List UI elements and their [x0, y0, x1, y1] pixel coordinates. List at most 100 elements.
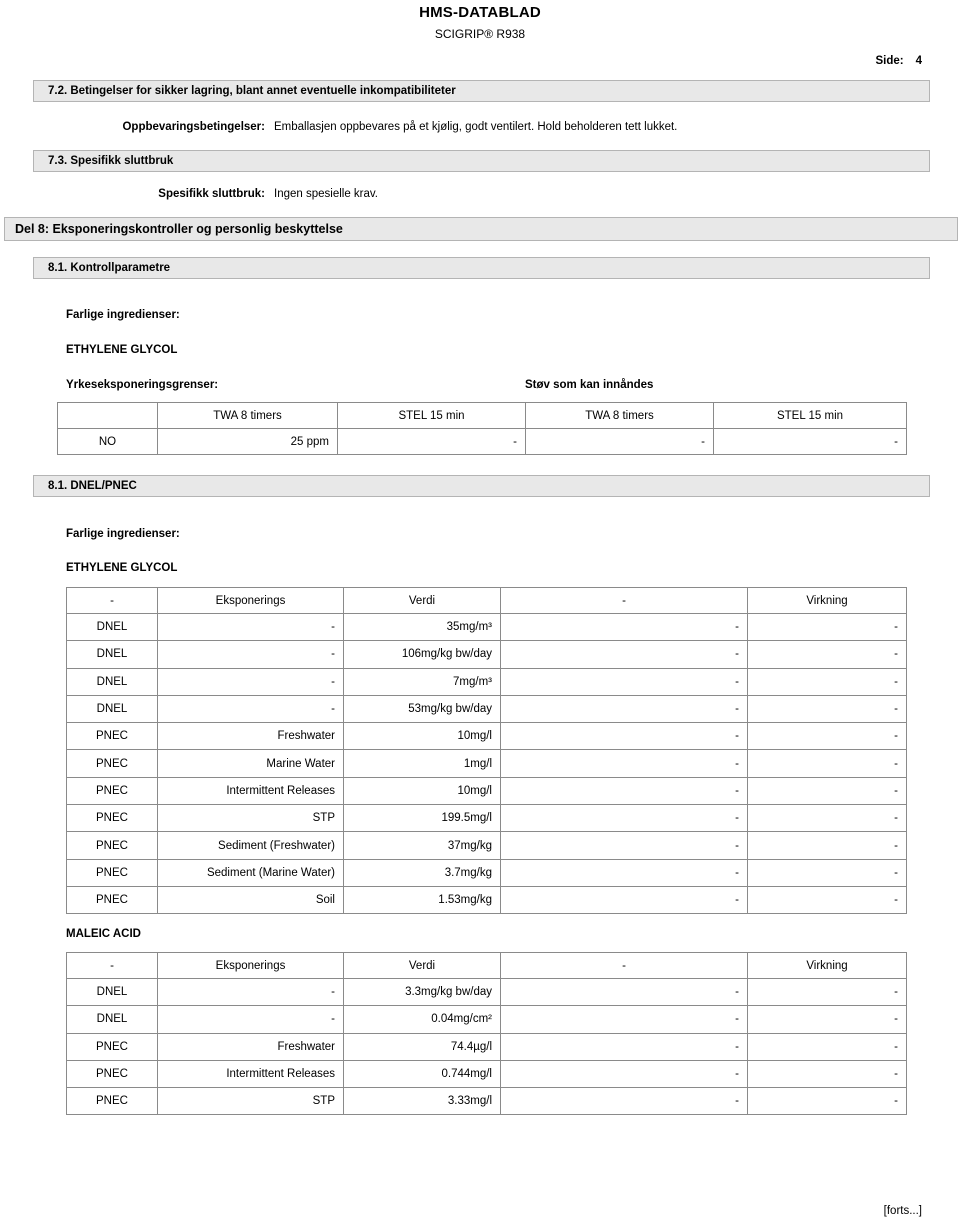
dnel-eg-cell-effect: - — [747, 694, 907, 724]
dnel-eg-cell-value: 199.5mg/l — [343, 804, 501, 833]
dnel-eg-cell-type: DNEL — [66, 612, 158, 642]
table-row: PNEC Sediment (Marine Water) 3.7mg/kg - - — [66, 858, 907, 887]
dnel-eg-cell-exposure: STP — [157, 804, 344, 833]
dnel-eg-header-0: - — [66, 587, 158, 614]
dnel-ma-cell-effect: - — [747, 1087, 907, 1116]
oel-header-cell-3: TWA 8 timers — [525, 402, 714, 429]
specific-end-use-row: Spesifikk sluttbruk: Ingen spesielle kra… — [0, 188, 960, 204]
storage-conditions-row: Oppbevaringsbetingelser: Emballasjen opp… — [0, 121, 960, 137]
dnel-eg-cell-type: PNEC — [66, 885, 158, 915]
specific-end-use-label: Spesifikk sluttbruk: — [158, 188, 265, 200]
dnel-eg-cell-value: 1mg/l — [343, 749, 501, 778]
oel-header-cell-2: STEL 15 min — [337, 402, 526, 429]
table-row: PNEC Freshwater 10mg/l - - — [66, 722, 907, 751]
dnel-eg-cell-value: 10mg/l — [343, 722, 501, 751]
dnel-eg-cell-value: 10mg/l — [343, 776, 501, 806]
dnel-ma-cell-blank: - — [500, 1059, 748, 1089]
dnel-eg-cell-exposure: Intermittent Releases — [157, 776, 344, 806]
dnel-eg-header-2: Verdi — [343, 587, 501, 614]
dnel-ma-cell-value: 0.04mg/cm² — [343, 1005, 501, 1034]
dnel-ma-cell-effect: - — [747, 1059, 907, 1089]
inhalable-dust-label: Støv som kan innåndes — [525, 379, 654, 391]
dnel-eg-cell-blank: - — [500, 694, 748, 724]
dnel-ma-cell-blank: - — [500, 1005, 748, 1034]
table-header-row: - Eksponerings Verdi - Virkning — [66, 587, 907, 614]
dnel-eg-cell-effect: - — [747, 885, 907, 915]
dnel-eg-cell-exposure: - — [157, 612, 344, 642]
dnel-eg-cell-blank: - — [500, 885, 748, 915]
dnel-eg-cell-blank: - — [500, 612, 748, 642]
dnel-eg-cell-value: 7mg/m³ — [343, 667, 501, 696]
dnel-ma-cell-type: DNEL — [66, 977, 158, 1007]
dnel-eg-cell-value: 53mg/kg bw/day — [343, 694, 501, 724]
dnel-eg-cell-exposure: Sediment (Marine Water) — [157, 858, 344, 887]
dnel-ma-cell-type: PNEC — [66, 1087, 158, 1116]
dnel-eg-cell-type: PNEC — [66, 831, 158, 860]
dnel-ma-cell-value: 0.744mg/l — [343, 1059, 501, 1089]
table-row: DNEL -35mg/m³ - - — [66, 612, 907, 642]
oel-cell-dust-stel15: - — [713, 428, 907, 455]
dnel-ma-header-2: Verdi — [343, 952, 501, 979]
dnel-eg-cell-type: DNEL — [66, 640, 158, 669]
dnel-eg-cell-effect: - — [747, 722, 907, 751]
section-heading-7-2: 7.2. Betingelser for sikker lagring, bla… — [33, 80, 930, 102]
substance-name-ethylene-glycol-control: ETHYLENE GLYCOL — [66, 344, 178, 356]
dnel-pnec-table-ethylene-glycol: - Eksponerings Verdi - Virkning DNEL -35m… — [66, 587, 907, 915]
dnel-eg-cell-effect: - — [747, 804, 907, 833]
oel-cell-country: NO — [57, 428, 158, 455]
dnel-eg-cell-blank: - — [500, 667, 748, 696]
dnel-eg-cell-exposure: - — [157, 640, 344, 669]
dnel-eg-cell-effect: - — [747, 612, 907, 642]
table-row: DNEL -106mg/kg bw/day - - — [66, 640, 907, 669]
dnel-eg-cell-type: DNEL — [66, 694, 158, 724]
table-row: PNEC Marine Water 1mg/l - - — [66, 749, 907, 778]
dnel-eg-cell-value: 3.7mg/kg — [343, 858, 501, 887]
oel-header-cell-1: TWA 8 timers — [157, 402, 338, 429]
dnel-eg-cell-type: PNEC — [66, 858, 158, 887]
dnel-eg-cell-value: 37mg/kg — [343, 831, 501, 860]
dnel-eg-cell-blank: - — [500, 776, 748, 806]
dnel-eg-cell-effect: - — [747, 640, 907, 669]
oel-cell-dust-twa8: - — [525, 428, 714, 455]
table-row: DNEL -3.3mg/kg bw/day - - — [66, 977, 907, 1007]
substance-name-ethylene-glycol-dnel: ETHYLENE GLYCOL — [66, 562, 178, 574]
dnel-ma-cell-type: PNEC — [66, 1032, 158, 1061]
dnel-eg-cell-blank: - — [500, 831, 748, 860]
section-heading-8-1-dnel-pnec: 8.1. DNEL/PNEC — [33, 475, 930, 497]
dnel-ma-header-3: - — [500, 952, 748, 979]
dnel-eg-cell-blank: - — [500, 749, 748, 778]
oel-cell-twa8: 25 ppm — [157, 428, 338, 455]
table-row: PNEC Sediment (Freshwater) 37mg/kg - - — [66, 831, 907, 860]
dnel-ma-cell-type: DNEL — [66, 1005, 158, 1034]
dnel-eg-cell-exposure: Marine Water — [157, 749, 344, 778]
occupational-exposure-limits-label: Yrkeseksponeringsgrenser: — [66, 379, 219, 391]
dnel-ma-cell-value: 3.3mg/kg bw/day — [343, 977, 501, 1007]
dnel-ma-cell-effect: - — [747, 1005, 907, 1034]
dnel-ma-cell-exposure: STP — [157, 1087, 344, 1116]
dnel-ma-cell-effect: - — [747, 977, 907, 1007]
dnel-eg-header-3: - — [500, 587, 748, 614]
dnel-eg-cell-exposure: Freshwater — [157, 722, 344, 751]
continued-marker: [forts...] — [883, 1205, 922, 1217]
dnel-eg-cell-blank: - — [500, 640, 748, 669]
dnel-ma-header-4: Virkning — [747, 952, 907, 979]
dnel-eg-cell-effect: - — [747, 749, 907, 778]
section-heading-del-8: Del 8: Eksponeringskontroller og personl… — [4, 217, 958, 241]
dnel-eg-cell-exposure: Soil — [157, 885, 344, 915]
dnel-ma-header-1: Eksponerings — [157, 952, 344, 979]
table-row: DNEL -0.04mg/cm² - - — [66, 1005, 907, 1034]
dnel-eg-cell-type: PNEC — [66, 804, 158, 833]
dnel-eg-cell-blank: - — [500, 858, 748, 887]
section-heading-7-3: 7.3. Spesifikk sluttbruk — [33, 150, 930, 172]
dnel-ma-cell-blank: - — [500, 1087, 748, 1116]
dnel-eg-header-1: Eksponerings — [157, 587, 344, 614]
table-row: PNEC Intermittent Releases 10mg/l - - — [66, 776, 907, 806]
dnel-ma-cell-value: 74.4µg/l — [343, 1032, 501, 1061]
dnel-ma-cell-blank: - — [500, 1032, 748, 1061]
page-indicator: Side: 4 — [875, 55, 922, 67]
dnel-eg-cell-effect: - — [747, 831, 907, 860]
dnel-eg-cell-effect: - — [747, 858, 907, 887]
dnel-eg-cell-type: PNEC — [66, 749, 158, 778]
table-row: PNEC STP 199.5mg/l - - — [66, 804, 907, 833]
table-row: PNEC STP 3.33mg/l - - — [66, 1087, 907, 1116]
